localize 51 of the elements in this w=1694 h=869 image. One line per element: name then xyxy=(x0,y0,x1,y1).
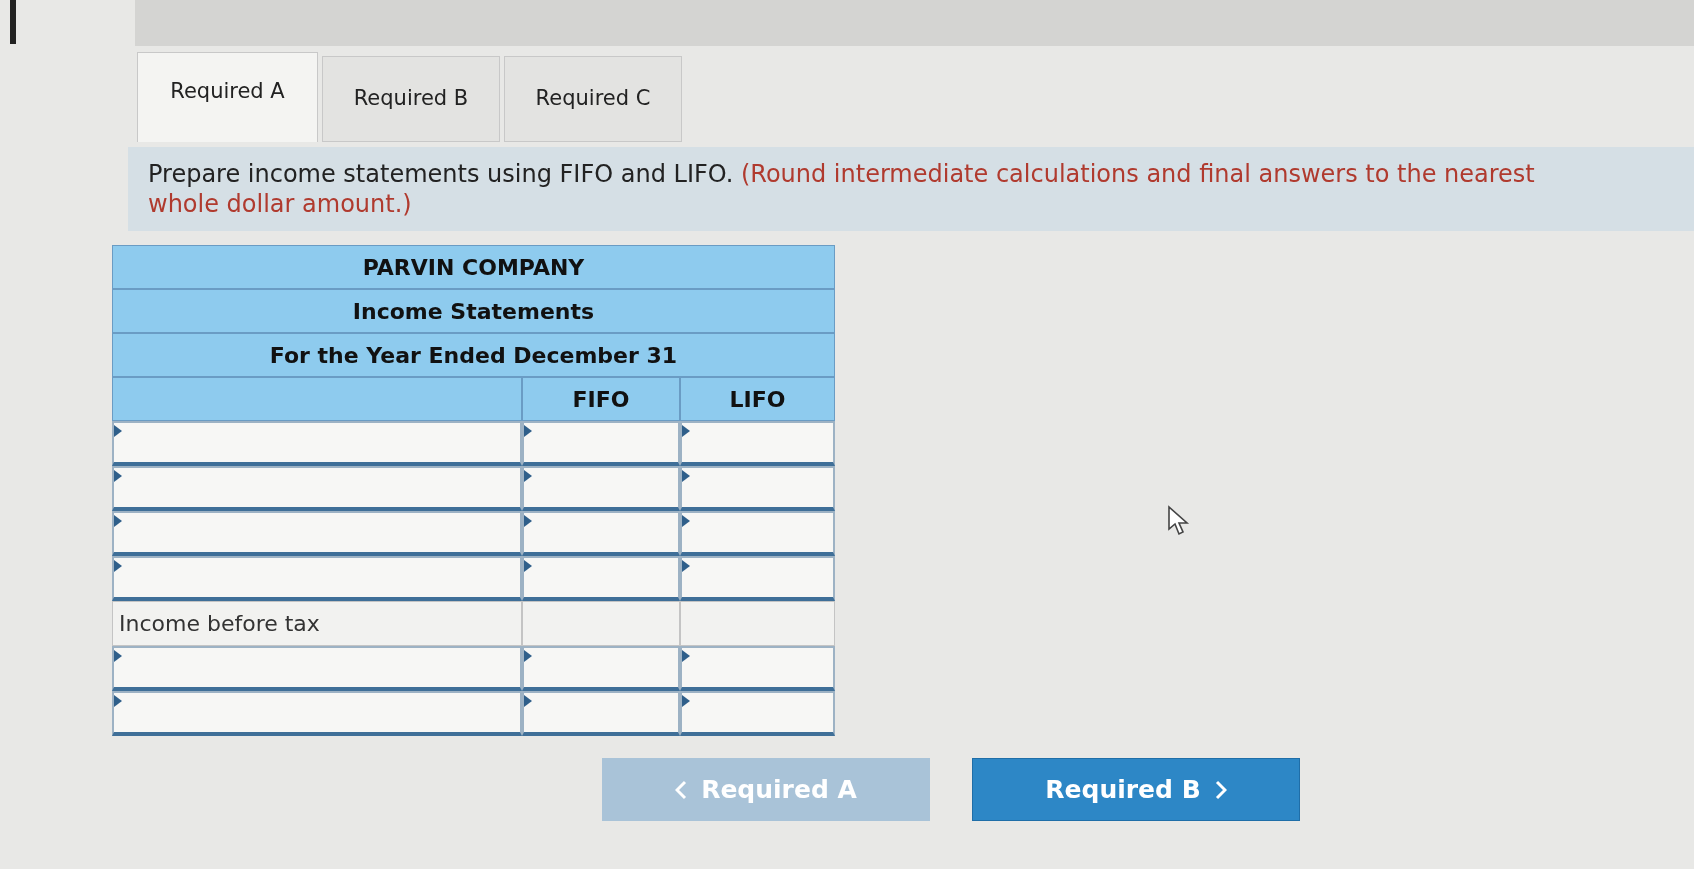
edge-mark xyxy=(10,0,16,44)
input-field[interactable] xyxy=(680,511,835,556)
dropdown-marker-icon xyxy=(682,650,690,662)
dropdown-marker-icon xyxy=(682,515,690,527)
table-title: For the Year Ended December 31 xyxy=(112,333,835,377)
dropdown-marker-icon xyxy=(114,650,122,662)
input-field[interactable] xyxy=(112,646,522,691)
dropdown-marker-icon xyxy=(114,515,122,527)
input-field[interactable] xyxy=(522,556,680,601)
tab[interactable]: Required B xyxy=(322,56,500,142)
chevron-left-icon xyxy=(675,779,688,800)
dropdown-marker-icon xyxy=(114,425,122,437)
input-field[interactable] xyxy=(680,691,835,736)
chevron-right-icon xyxy=(1214,779,1227,800)
input-field[interactable] xyxy=(522,691,680,736)
input-field[interactable] xyxy=(112,556,522,601)
table-title: PARVIN COMPANY xyxy=(112,245,835,289)
dropdown-marker-icon xyxy=(524,425,532,437)
table-title: Income Statements xyxy=(112,289,835,333)
next-button[interactable]: Required B xyxy=(972,758,1300,821)
dropdown-marker-icon xyxy=(524,695,532,707)
dropdown-marker-icon xyxy=(682,470,690,482)
input-field[interactable] xyxy=(680,466,835,511)
dropdown-marker-icon xyxy=(114,470,122,482)
input-field[interactable] xyxy=(112,691,522,736)
tab[interactable]: Required A xyxy=(137,52,318,142)
dropdown-marker-icon xyxy=(682,695,690,707)
input-field[interactable] xyxy=(522,511,680,556)
input-field[interactable] xyxy=(680,421,835,466)
dropdown-marker-icon xyxy=(524,650,532,662)
dropdown-marker-icon xyxy=(114,560,122,572)
input-field[interactable] xyxy=(680,556,835,601)
tab[interactable]: Required C xyxy=(504,56,682,142)
column-header: FIFO xyxy=(522,377,680,421)
row-label: Income before tax xyxy=(112,601,522,646)
input-field[interactable] xyxy=(112,511,522,556)
dropdown-marker-icon xyxy=(682,425,690,437)
dropdown-marker-icon xyxy=(524,470,532,482)
dropdown-marker-icon xyxy=(114,695,122,707)
column-header: LIFO xyxy=(680,377,835,421)
instruction-text: Prepare income statements using FIFO and LIFO. (Round intermediate calculations and final answers to the nearest whole dollar amount.) xyxy=(148,159,1536,219)
input-field[interactable] xyxy=(522,421,680,466)
input-field[interactable] xyxy=(112,421,522,466)
dropdown-marker-icon xyxy=(682,560,690,572)
dropdown-marker-icon xyxy=(524,515,532,527)
dropdown-marker-icon xyxy=(524,560,532,572)
input-field[interactable] xyxy=(112,466,522,511)
cursor-icon xyxy=(1167,505,1191,537)
input-field[interactable] xyxy=(522,646,680,691)
input-field[interactable] xyxy=(522,466,680,511)
input-field[interactable] xyxy=(680,646,835,691)
